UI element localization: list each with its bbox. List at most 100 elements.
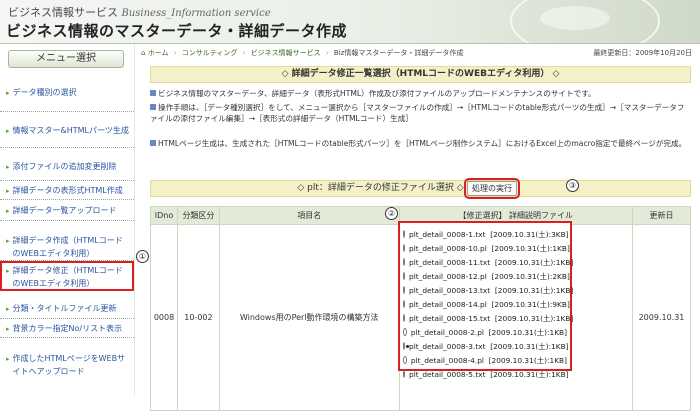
sidebar-item-label: 背景カラー指定No/リスト表示 — [12, 324, 123, 333]
site-name-en: Business_Information service — [121, 8, 271, 19]
bullet-square-icon — [150, 104, 156, 110]
radio-button[interactable] — [403, 244, 405, 252]
file-option[interactable]: plt_detail_0008-15.txt [2009.10.31(土):1K… — [403, 311, 573, 325]
file-option-selected[interactable]: plt_detail_0008-3.txt [2009.10.31(土):1KB… — [403, 339, 569, 353]
file-info: [2009.10.31(土):1KB] — [488, 327, 567, 337]
site-header: ビジネス情報サービス Business_Information service … — [0, 0, 700, 44]
breadcrumb-biz-service[interactable]: ビジネス情報サービス — [251, 49, 321, 57]
chevron-right-icon: › — [242, 49, 246, 57]
last-updated: 最終更新日：2009年10月20日 — [593, 49, 692, 57]
site-name: ビジネス情報サービス Business_Information service — [8, 4, 271, 20]
intro-text-1: ビジネス情報のマスターデータ、詳細データ（表形式HTML）作成及び添付ファイルの… — [158, 89, 596, 98]
file-info: [2009.10.31(土):1KB] — [494, 313, 574, 323]
sidebar-item-label: データ種別の選択 — [12, 88, 77, 97]
arrow-icon: ▸ — [6, 89, 10, 97]
cell-category: 10-002 — [176, 224, 220, 411]
sidebar-item-bg-color[interactable]: ▸ 背景カラー指定No/リスト表示 — [0, 319, 134, 338]
file-option[interactable]: plt_detail_0008-2.pl [2009.10.31(土):1KB] — [403, 325, 567, 339]
file-option[interactable]: plt_detail_0008-1.txt [2009.10.31(土):3KB… — [403, 227, 569, 241]
radio-button[interactable] — [403, 258, 405, 266]
radio-button[interactable] — [403, 286, 405, 294]
site-name-jp: ビジネス情報サービス — [8, 6, 118, 19]
arrow-icon: ▸ — [6, 267, 10, 275]
sidebar-item-label: 詳細データ一覧アップロード — [12, 206, 117, 215]
section-title-file-select: ◇ plt：詳細データの修正ファイル選択 ◇ — [150, 180, 691, 197]
annotation-marker-3: ③ — [566, 179, 579, 192]
sidebar-item-upload-site[interactable]: ▸ 作成したHTMLページをWEBサイトへアップロード — [0, 338, 134, 380]
radio-button[interactable] — [403, 272, 405, 280]
file-info: [2009.10.31(土):1KB] — [494, 285, 574, 295]
sidebar-item-data-type[interactable]: ▸ データ種別の選択 — [0, 76, 134, 112]
file-info: [2009.10.31(土):1KB] — [488, 355, 567, 365]
chevron-right-icon: › — [173, 49, 177, 57]
menu-select-button[interactable]: メニュー選択 — [8, 50, 124, 68]
radio-button[interactable] — [403, 300, 405, 308]
file-name: plt_detail_0008-4.pl — [410, 355, 484, 365]
cell-updated: 2009.10.31 — [632, 224, 691, 411]
section2-title-text: ◇ plt：詳細データの修正ファイル選択 ◇ — [297, 183, 464, 193]
radio-button[interactable] — [403, 370, 405, 378]
execute-button[interactable]: 処理の実行 — [464, 178, 520, 199]
file-info: [2009.10.31(土):9KB] — [491, 299, 570, 309]
bullet-square-icon — [150, 90, 156, 96]
arrow-icon: ▸ — [6, 237, 10, 245]
file-name: plt_detail_0008-10.pl — [409, 243, 487, 253]
arrow-icon: ▸ — [6, 187, 10, 195]
sidebar-item-label: 詳細データ修正（HTMLコードのWEBエディタ利用） — [12, 266, 123, 288]
file-info: [2009.10.31(土):3KB] — [490, 229, 569, 239]
intro-text-3: HTMLページ生成は、生成された［HTMLコードのtable形式パーツ］を［HT… — [158, 139, 687, 148]
sidebar-item-label: 詳細データの表形式HTML作成 — [12, 186, 123, 195]
sidebar-item-category-update[interactable]: ▸ 分類・タイトルファイル更新 — [0, 291, 134, 319]
intro-paragraph-2: 操作手順は、［データ種別選択］をして、メニュー選択から［マスターファイルの作成］… — [150, 102, 691, 124]
file-option[interactable]: plt_detail_0008-5.txt [2009.10.31(土):1KB… — [403, 367, 569, 381]
col-header-idno: IDno — [150, 206, 178, 225]
sidebar-item-master-parts[interactable]: ▸ 情報マスター&HTMLパーツ生成 — [0, 112, 134, 148]
file-option[interactable]: plt_detail_0008-10.pl [2009.10.31(土):1KB… — [403, 241, 570, 255]
radio-button[interactable] — [403, 356, 407, 364]
sidebar-item-attachments[interactable]: ▸ 添付ファイルの追加変更削除 — [0, 148, 134, 181]
header-decoration-glow — [540, 6, 610, 30]
file-option[interactable]: plt_detail_0008-14.pl [2009.10.31(土):9KB… — [403, 297, 570, 311]
sidebar-item-upload-list[interactable]: ▸ 詳細データ一覧アップロード — [0, 200, 134, 221]
arrow-icon: ▸ — [6, 305, 10, 313]
radio-button-selected[interactable] — [403, 342, 409, 350]
breadcrumb-consulting[interactable]: コンサルティング — [182, 49, 238, 57]
bullet-square-icon — [150, 140, 156, 146]
radio-button[interactable] — [403, 328, 407, 336]
sidebar-item-label: 添付ファイルの追加変更削除 — [12, 162, 117, 171]
section-title-edit-list: ◇ 詳細データ修正一覧選択（HTMLコードのWEBエディタ利用） ◇ — [150, 66, 691, 83]
sidebar-item-label: 作成したHTMLページをWEBサイトへアップロード — [12, 354, 126, 376]
arrow-icon: ▸ — [6, 127, 10, 135]
file-name: plt_detail_0008-1.txt — [409, 229, 486, 239]
breadcrumb-current: Biz情報マスターデータ・詳細データ作成 — [333, 49, 464, 57]
file-option[interactable]: plt_detail_0008-12.pl [2009.10.31(土):2KB… — [403, 269, 570, 283]
file-name: plt_detail_0008-14.pl — [409, 299, 487, 309]
file-option[interactable]: plt_detail_0008-13.txt [2009.10.31(土):1K… — [403, 283, 573, 297]
col-header-category: 分類区分 — [176, 206, 220, 225]
breadcrumb-home[interactable]: ホーム — [148, 49, 169, 57]
file-info: [2009.10.31(土):1KB] — [494, 257, 574, 267]
arrow-icon: ▸ — [6, 325, 10, 333]
file-name: plt_detail_0008-12.pl — [409, 271, 487, 281]
file-name: plt_detail_0008-15.txt — [409, 313, 491, 323]
file-option[interactable]: plt_detail_0008-11.txt [2009.10.31(土):1K… — [403, 255, 573, 269]
sidebar-item-label: 詳細データ作成（HTMLコードのWEBエディタ利用） — [12, 236, 123, 258]
file-name: plt_detail_0008-2.pl — [410, 327, 484, 337]
intro-paragraph-1: ビジネス情報のマスターデータ、詳細データ（表形式HTML）作成及び添付ファイルの… — [150, 88, 691, 99]
sidebar: メニュー選択 ▸ データ種別の選択 ▸ 情報マスター&HTMLパーツ生成 ▸ 添… — [0, 44, 135, 396]
page-title: ビジネス情報のマスターデータ・詳細データ作成 — [6, 22, 348, 40]
file-name: plt_detail_0008-11.txt — [409, 257, 491, 267]
chevron-right-icon: › — [325, 49, 329, 57]
intro-paragraph-3: HTMLページ生成は、生成された［HTMLコードのtable形式パーツ］を［HT… — [150, 138, 691, 149]
radio-button[interactable] — [403, 314, 405, 322]
col-header-item: 項目名 — [218, 206, 400, 225]
sidebar-item-edit-detail[interactable]: ▸ 詳細データ修正（HTMLコードのWEBエディタ利用） — [0, 261, 134, 291]
sidebar-item-create-detail[interactable]: ▸ 詳細データ作成（HTMLコードのWEBエディタ利用） — [0, 221, 134, 261]
radio-button[interactable] — [403, 230, 405, 238]
arrow-icon: ▸ — [6, 355, 10, 363]
file-info: [2009.10.31(土):1KB] — [491, 243, 570, 253]
intro-text-2: 操作手順は、［データ種別選択］をして、メニュー選択から［マスターファイルの作成］… — [150, 103, 685, 123]
sidebar-item-table-html[interactable]: ▸ 詳細データの表形式HTML作成 — [0, 181, 134, 200]
arrow-icon: ▸ — [6, 207, 10, 215]
file-option[interactable]: plt_detail_0008-4.pl [2009.10.31(土):1KB] — [403, 353, 567, 367]
